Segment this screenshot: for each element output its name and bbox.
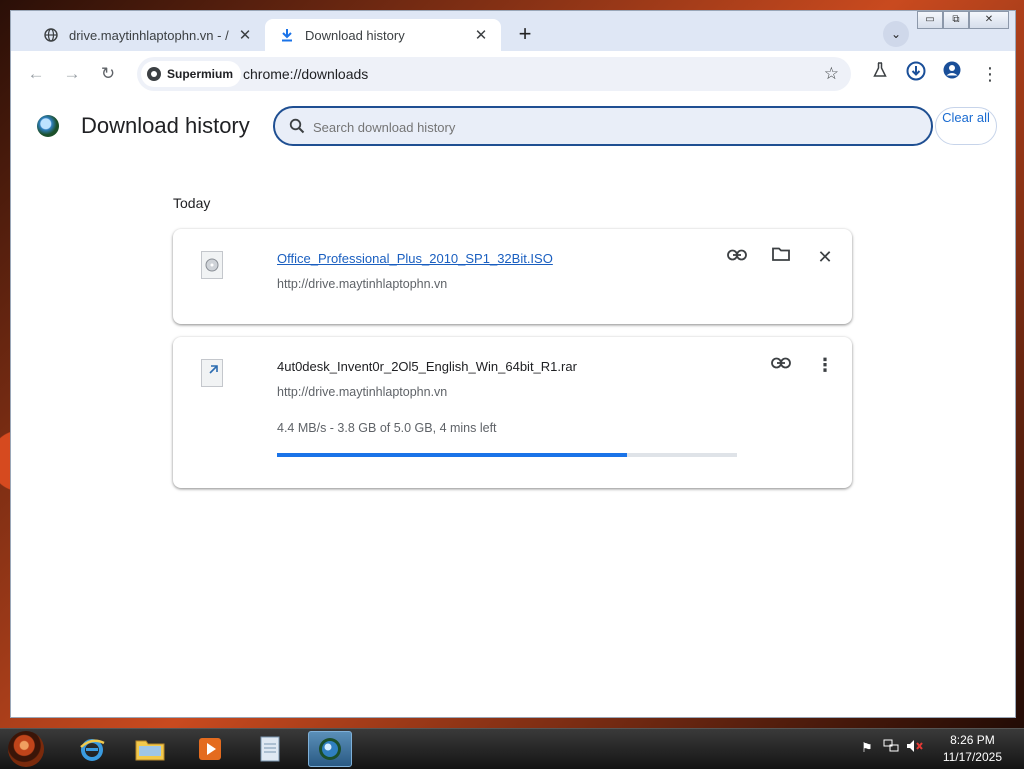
search-box[interactable] [273,106,933,146]
media-player-icon[interactable] [188,731,232,767]
start-button-icon[interactable] [8,731,44,767]
download-filename-link[interactable]: Office_Professional_Plus_2010_SP1_32Bit.… [277,251,553,266]
volume-muted-icon[interactable] [906,739,924,757]
taskbar: ⚑ 8:26 PM 11/17/2025 [0,728,1024,769]
download-progress-fill [277,453,627,457]
menu-kebab-icon[interactable]: ⋮ [977,61,1003,87]
toolbar: ← → ↻ Supermium chrome://downloads ☆ ⋮ [11,51,1015,97]
download-item: 4ut0desk_Invent0r_2Ol5_English_Win_64bit… [173,337,852,488]
browser-window: drive.maytinhlaptophn.vn - / ✕ Download … [10,10,1016,718]
search-input[interactable] [311,108,915,146]
internet-explorer-icon[interactable] [70,731,114,767]
download-item: Office_Professional_Plus_2010_SP1_32Bit.… [173,229,852,324]
action-center-flag-icon[interactable]: ⚑ [858,739,876,757]
copy-link-icon[interactable] [769,353,793,377]
restore-icon[interactable]: ⧉ [943,11,969,29]
back-arrow-icon[interactable]: ← [23,61,49,87]
system-clock[interactable]: 8:26 PM 11/17/2025 [943,732,1002,766]
copy-link-icon[interactable] [725,245,749,269]
download-progress-status: 4.4 MB/s - 3.8 GB of 5.0 GB, 4 mins left [277,421,497,435]
download-source-url: http://drive.maytinhlaptophn.vn [277,385,448,399]
network-icon[interactable] [882,739,900,757]
labs-flask-icon[interactable] [867,61,893,87]
download-filename: 4ut0desk_Invent0r_2Ol5_English_Win_64bit… [277,359,577,374]
supermium-logo-icon [37,115,59,137]
downloads-toolbar-icon[interactable] [903,61,929,87]
page-title: Download history [81,113,250,138]
chrome-logo-icon [147,67,161,81]
close-window-icon[interactable]: ✕ [969,11,1009,29]
notepad-document-icon[interactable] [248,731,292,767]
remove-close-icon[interactable]: ✕ [813,245,837,269]
new-tab-plus-icon[interactable]: + [513,23,537,47]
search-icon [289,118,305,134]
site-info-chip[interactable]: Supermium [141,61,242,87]
clock-time: 8:26 PM [950,733,995,747]
clear-all-button[interactable]: Clear all [935,107,997,145]
download-source-url: http://drive.maytinhlaptophn.vn [277,277,448,291]
download-progress-bar [277,453,737,457]
disc-image-file-icon [201,251,223,279]
tab-close-icon[interactable]: ✕ [237,26,253,44]
reload-icon[interactable]: ↻ [95,61,121,87]
downloads-page: Download history Clear all Today Office_… [11,97,1015,717]
profile-avatar-icon[interactable] [939,61,965,87]
tab-download-history[interactable]: Download history ✕ [265,19,501,51]
address-bar[interactable]: Supermium chrome://downloads ☆ [137,57,851,91]
tab-label: Download history [305,27,405,43]
tab-strip: drive.maytinhlaptophn.vn - / ✕ Download … [11,11,1015,51]
tab-close-icon[interactable]: ✕ [473,26,489,44]
archive-file-icon [201,359,223,387]
section-today-label: Today [173,195,211,211]
clock-date: 11/17/2025 [942,750,1002,764]
more-actions-kebab-icon[interactable]: ⋮ [813,353,837,377]
bookmark-star-icon[interactable]: ☆ [824,57,839,91]
tab-drive[interactable]: drive.maytinhlaptophn.vn - / ✕ [29,19,265,51]
globe-icon [43,27,59,43]
tab-search-chevron-icon[interactable]: ⌄ [883,21,909,47]
forward-arrow-icon[interactable]: → [59,61,85,87]
show-in-folder-icon[interactable] [769,245,793,269]
download-icon [279,27,295,43]
supermium-browser-taskbar-icon[interactable] [308,731,352,767]
file-explorer-folder-icon[interactable] [128,731,172,767]
site-chip-label: Supermium [167,67,234,81]
minimize-icon[interactable]: ▭ [917,11,943,29]
tab-label: drive.maytinhlaptophn.vn - / [69,27,229,43]
url-text[interactable]: chrome://downloads [243,57,368,91]
